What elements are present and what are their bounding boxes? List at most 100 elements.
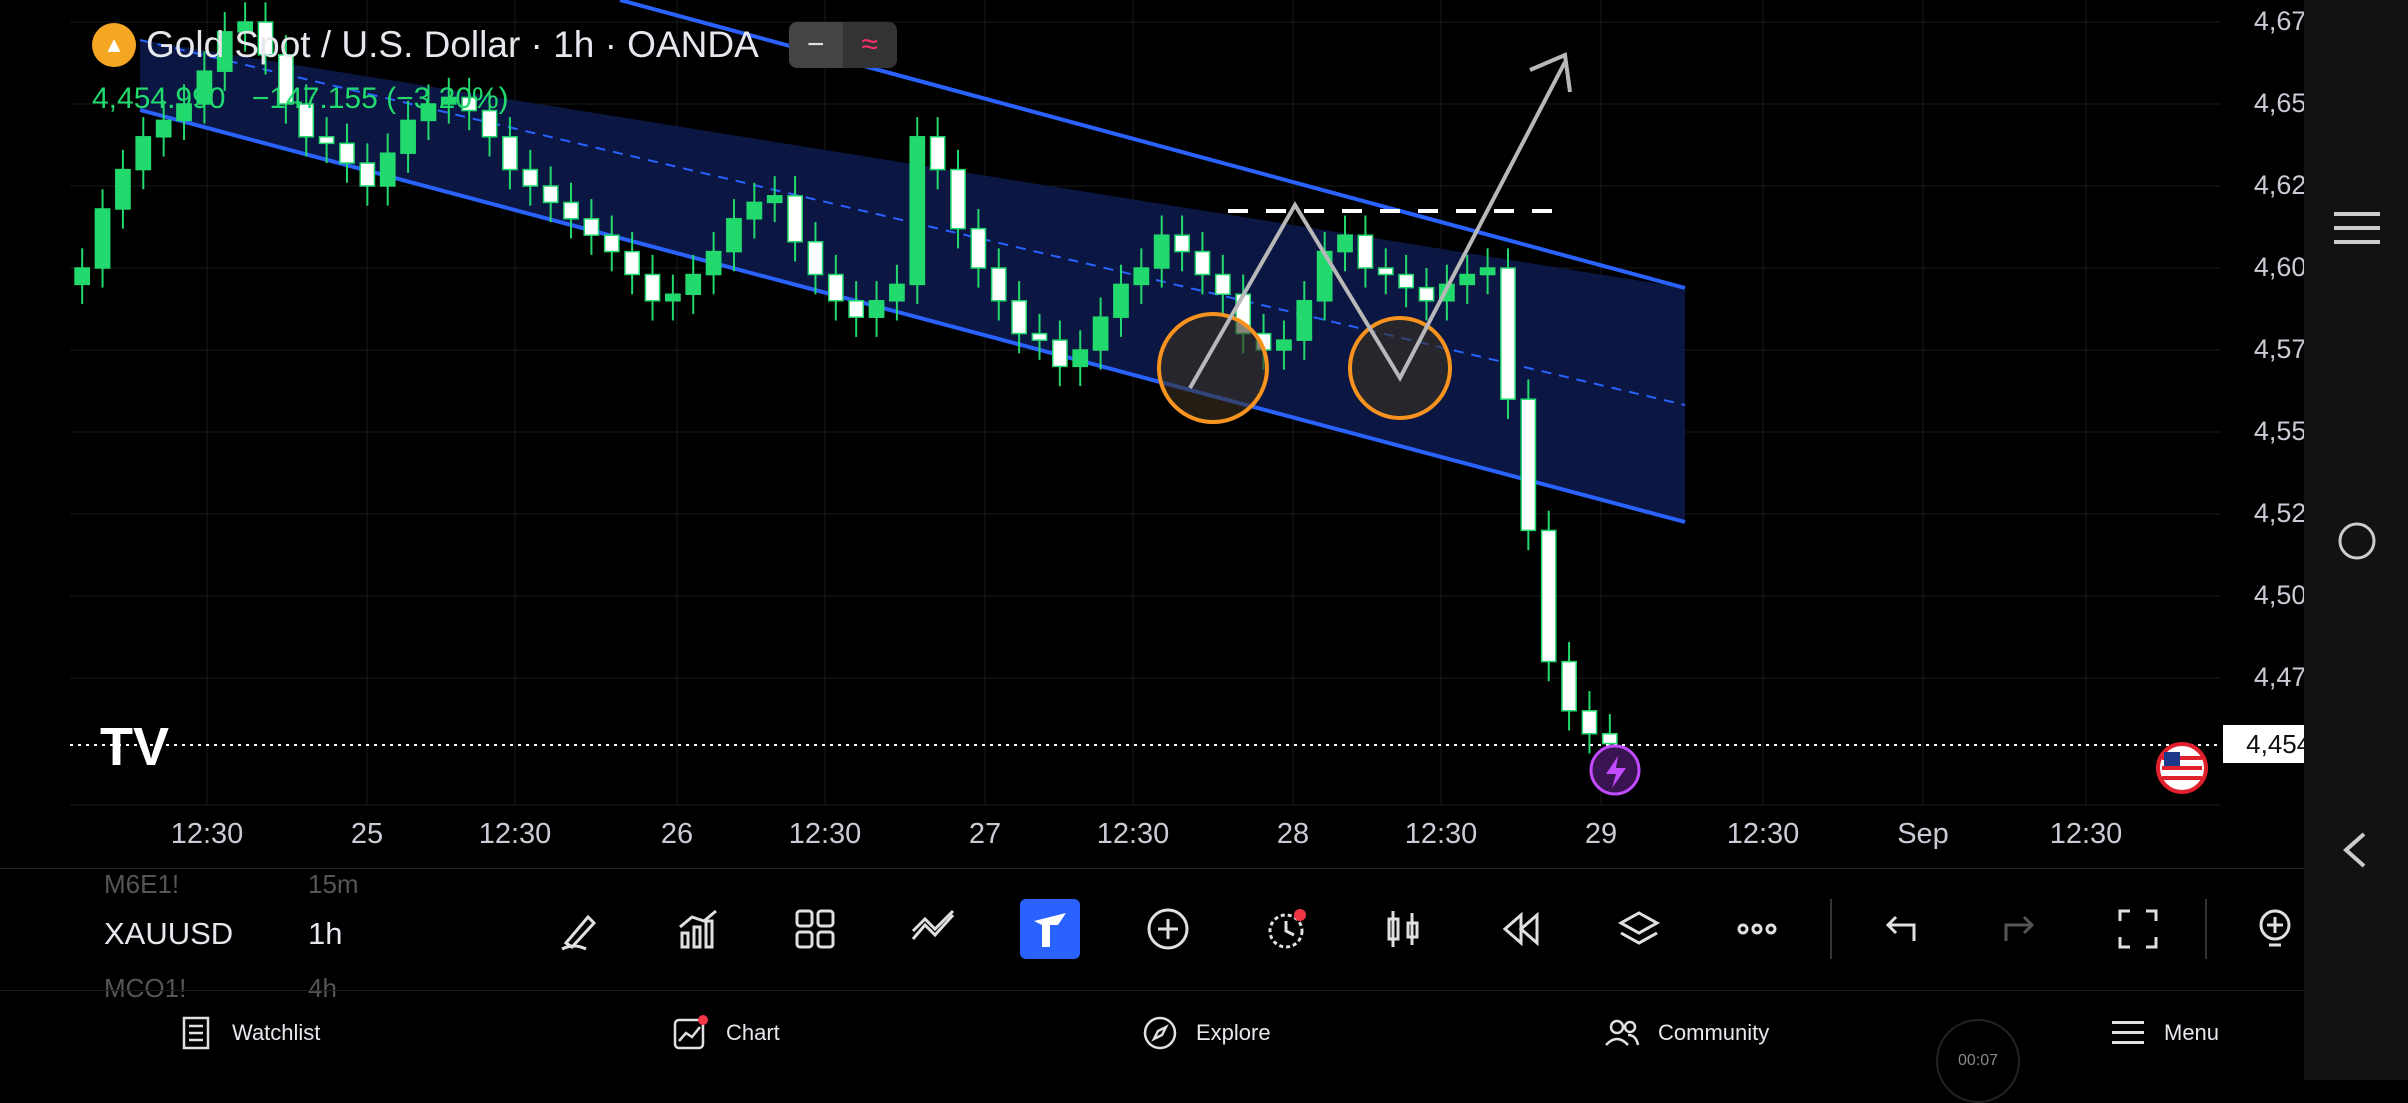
add-button[interactable] xyxy=(1138,899,1198,959)
toolbar-divider-2 xyxy=(2205,899,2207,959)
more-button[interactable] xyxy=(1727,899,1787,959)
candle-body xyxy=(1581,710,1598,735)
candle-body xyxy=(1133,267,1150,286)
candle-body xyxy=(1500,267,1516,400)
replay-button[interactable] xyxy=(1491,899,1551,959)
symbol-selector[interactable]: XAUUSD xyxy=(104,916,233,952)
candle-body xyxy=(766,195,783,204)
candle-body xyxy=(1540,529,1557,663)
right-side-panel xyxy=(2304,0,2408,1080)
candle-body xyxy=(542,185,559,204)
object-tree-button[interactable] xyxy=(1609,899,1669,959)
candle-body xyxy=(318,136,335,145)
chevron-left-icon[interactable] xyxy=(2340,830,2370,870)
candle-body xyxy=(1051,339,1068,368)
candle-body xyxy=(1398,273,1415,289)
nav-watchlist[interactable]: Watchlist xyxy=(178,1015,320,1051)
compare-button[interactable] xyxy=(903,899,963,959)
hamburger-icon[interactable] xyxy=(2334,210,2380,246)
time-axis-label: 12:30 xyxy=(788,818,862,850)
grid-icon xyxy=(795,909,835,949)
nav-chart-label: Chart xyxy=(726,1020,780,1045)
time-axis-label: 12:30 xyxy=(2049,818,2123,850)
trading-button[interactable] xyxy=(1020,899,1080,959)
candle-body xyxy=(1418,286,1435,302)
double-bottom-circle-1[interactable] xyxy=(1157,312,1269,424)
nav-community[interactable]: Community xyxy=(1604,1015,1769,1051)
candle-body xyxy=(1377,267,1394,276)
wave-icon[interactable]: ≈ xyxy=(843,22,897,68)
candle-body xyxy=(379,152,396,187)
menu-icon xyxy=(2112,1021,2144,1044)
candle-body xyxy=(400,119,416,154)
candle-body xyxy=(502,136,518,171)
timer-text: 00:07 xyxy=(1957,1052,1999,1069)
idea-button[interactable] xyxy=(2245,899,2305,959)
ghost-interval-top: 15m xyxy=(308,869,359,899)
minimize-icon[interactable]: − xyxy=(788,22,843,68)
candle-body xyxy=(746,201,763,220)
candle-body xyxy=(1479,267,1496,276)
nav-menu[interactable]: Menu xyxy=(2110,1015,2219,1051)
time-axis-label: 12:30 xyxy=(1404,818,1478,850)
candle-body xyxy=(970,227,987,269)
candle-body xyxy=(1296,300,1313,341)
nav-explore-label: Explore xyxy=(1196,1020,1271,1045)
nav-chart[interactable]: Chart xyxy=(672,1015,780,1051)
candle-body xyxy=(909,136,926,286)
undo-button[interactable] xyxy=(1870,899,1930,959)
drawing-toolbar: M6E1! 15m MCO1! 4h xyxy=(0,868,2305,1003)
indicator-toggle[interactable]: − ≈ xyxy=(788,22,897,68)
candle-body xyxy=(583,218,600,236)
candle-body xyxy=(726,218,742,253)
candles-icon xyxy=(1387,911,1419,947)
chart-icon xyxy=(673,1015,708,1050)
candle-body xyxy=(1011,300,1028,335)
gold-symbol-icon: ▲ xyxy=(92,23,136,67)
toolbar-divider xyxy=(1830,899,1832,959)
candle-body xyxy=(624,250,641,276)
chart-header[interactable]: ▲ Gold Spot / U.S. Dollar · 1h · OANDA −… xyxy=(92,22,897,68)
lightning-icon[interactable] xyxy=(1589,744,1641,796)
candle-body xyxy=(1561,660,1577,712)
compass-icon xyxy=(1143,1016,1177,1050)
time-axis-label: 12:30 xyxy=(478,818,552,850)
list-icon xyxy=(182,1016,210,1050)
candle-body xyxy=(787,195,803,243)
redo-button[interactable] xyxy=(1990,899,2050,959)
candle-body xyxy=(990,267,1007,302)
timer-badge: 00:07 xyxy=(1936,1019,2020,1103)
candle-body xyxy=(827,273,844,302)
double-bottom-circle-2[interactable] xyxy=(1348,316,1452,420)
brush-tool-button[interactable] xyxy=(550,899,610,959)
time-axis-label: 12:30 xyxy=(1726,818,1800,850)
candle-body xyxy=(1153,234,1170,269)
alert-button[interactable] xyxy=(1256,899,1316,959)
chart-type-button[interactable] xyxy=(1373,899,1433,959)
fullscreen-button[interactable] xyxy=(2108,899,2168,959)
nav-community-label: Community xyxy=(1658,1020,1770,1045)
layers-icon xyxy=(1617,911,1661,945)
wave-lines-icon xyxy=(911,909,955,940)
layouts-button[interactable] xyxy=(785,899,845,959)
us-flag-icon[interactable] xyxy=(2156,742,2208,794)
candle-body xyxy=(522,168,539,187)
candle-body xyxy=(685,273,702,295)
trading-icon xyxy=(1034,913,1066,947)
indicators-button[interactable] xyxy=(668,899,728,959)
price-chart[interactable]: TV xyxy=(0,0,2305,860)
fullscreen-icon xyxy=(2118,909,2158,949)
candle-body xyxy=(359,162,376,187)
nav-explore[interactable]: Explore xyxy=(1142,1015,1271,1051)
candle-body xyxy=(1072,349,1089,368)
candle-body xyxy=(603,234,620,253)
candle-body xyxy=(563,201,579,220)
chart-up-icon xyxy=(679,909,717,949)
candle-body xyxy=(1520,398,1537,532)
time-axis-label: 27 xyxy=(968,818,1002,850)
rewind-icon xyxy=(1502,911,1539,947)
interval-selector[interactable]: 1h xyxy=(308,916,342,952)
circle-icon[interactable] xyxy=(2336,520,2378,562)
time-axis-label: 28 xyxy=(1276,818,1310,850)
redo-icon xyxy=(2004,915,2035,941)
